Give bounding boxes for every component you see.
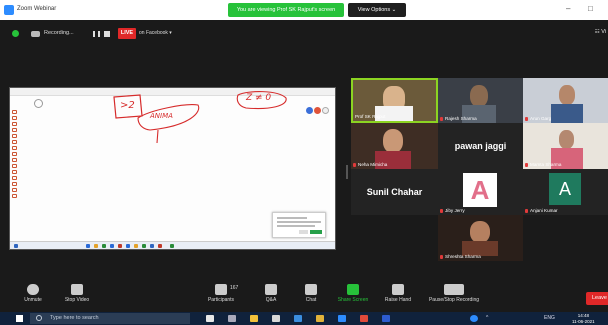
shared-notification bbox=[272, 212, 326, 238]
annotation-text-2: ANIMA bbox=[150, 112, 173, 120]
avatar: A bbox=[549, 173, 581, 205]
search-icon bbox=[36, 315, 42, 321]
meeting-toolbar: Unmute Stop Video 167 Participants Q&A C… bbox=[0, 276, 608, 312]
video-tile[interactable]: A Jiby Jerry bbox=[438, 169, 523, 215]
clock-date: 11-06-2021 bbox=[572, 318, 595, 324]
maximize-button[interactable]: □ bbox=[588, 4, 593, 13]
taskbar-clock[interactable]: 14:48 11-06-2021 bbox=[572, 313, 595, 324]
zoom-logo-icon bbox=[4, 5, 14, 15]
window-title: Zoom Webinar bbox=[17, 6, 57, 12]
video-tile[interactable]: Neha Mimicha bbox=[351, 123, 438, 169]
participant-name: Prof SK Rajput bbox=[355, 114, 386, 119]
zoom-taskbar-icon[interactable] bbox=[338, 315, 346, 322]
participants-icon bbox=[215, 284, 227, 295]
avatar: A bbox=[463, 173, 497, 207]
participant-name: Anjani Kumar bbox=[525, 208, 558, 213]
participant-name: Mamta Sharma bbox=[525, 162, 561, 167]
view-options-button[interactable]: View Options ⌄ bbox=[348, 3, 406, 17]
task-view-icon[interactable] bbox=[228, 315, 236, 322]
qa-button[interactable]: Q&A bbox=[259, 276, 283, 303]
chat-button[interactable]: Chat bbox=[299, 276, 323, 303]
video-tile[interactable]: Shreshta Sharma bbox=[438, 215, 523, 261]
participant-display-name: pawan jaggi bbox=[454, 141, 507, 151]
app-icon[interactable] bbox=[316, 315, 324, 322]
view-button[interactable]: ☷ Vi bbox=[595, 29, 606, 35]
viewing-banner: You are viewing Prof SK Rajput's screen bbox=[228, 3, 344, 17]
live-stream-dropdown[interactable]: on Facebook ▾ bbox=[139, 30, 172, 36]
windows-taskbar: Type here to search ^ ENG 14:48 11-06-20… bbox=[0, 312, 608, 325]
video-tile[interactable]: pawan jaggi bbox=[438, 123, 523, 169]
participants-button[interactable]: 167 Participants bbox=[203, 276, 239, 303]
video-tile[interactable]: A Anjani Kumar bbox=[523, 169, 608, 215]
shared-screen: >2 ANIMA Z ≠ 0 bbox=[9, 87, 336, 250]
participant-display-name: Sunil Chahar bbox=[366, 187, 423, 197]
microphone-muted-icon bbox=[27, 284, 39, 295]
annotation-text-1: >2 bbox=[120, 100, 135, 111]
participant-name: Rajesh Sharma bbox=[440, 116, 477, 121]
stop-recording-icon[interactable] bbox=[104, 31, 110, 37]
participant-name: Arun Garg bbox=[525, 116, 551, 121]
video-tile[interactable]: Rajesh Sharma bbox=[438, 78, 523, 123]
status-row: Recording... LIVE on Facebook ▾ ☷ Vi bbox=[0, 20, 608, 48]
video-tile[interactable]: Sunil Chahar bbox=[351, 169, 438, 215]
language-indicator[interactable]: ENG bbox=[544, 315, 555, 321]
qa-icon bbox=[265, 284, 277, 295]
video-tile[interactable]: Arun Garg bbox=[523, 78, 608, 123]
file-explorer-icon[interactable] bbox=[250, 315, 258, 322]
panel-divider-handle[interactable] bbox=[346, 165, 348, 179]
raise-hand-icon bbox=[392, 284, 404, 295]
cortana-icon[interactable] bbox=[206, 315, 214, 322]
pause-recording-icon[interactable] bbox=[93, 31, 100, 37]
shared-taskbar bbox=[10, 241, 335, 249]
windows-start-icon[interactable] bbox=[16, 315, 23, 322]
participant-name: Jiby Jerry bbox=[440, 208, 465, 213]
video-tile[interactable]: Mamta Sharma bbox=[523, 123, 608, 169]
participant-name: Neha Mimicha bbox=[353, 162, 387, 167]
video-tile[interactable]: Prof SK Rajput bbox=[351, 78, 438, 123]
participant-name: Shreshta Sharma bbox=[440, 254, 481, 259]
participants-count: 167 bbox=[230, 285, 239, 291]
recording-icon bbox=[31, 31, 40, 37]
raise-hand-button[interactable]: Raise Hand bbox=[379, 276, 417, 303]
zoom-window: Zoom Webinar You are viewing Prof SK Raj… bbox=[0, 0, 608, 325]
share-screen-icon bbox=[347, 284, 359, 295]
color-dots bbox=[306, 101, 330, 119]
leave-button[interactable]: Leave bbox=[586, 292, 608, 305]
chrome-icon[interactable] bbox=[360, 315, 368, 322]
live-badge: LIVE bbox=[118, 28, 136, 39]
chat-icon bbox=[305, 284, 317, 295]
app-icon[interactable] bbox=[382, 315, 390, 322]
store-icon[interactable] bbox=[272, 315, 280, 322]
recording-label: Recording... bbox=[44, 30, 74, 36]
share-screen-button[interactable]: Share Screen bbox=[333, 276, 373, 303]
title-bar: Zoom Webinar You are viewing Prof SK Raj… bbox=[0, 0, 608, 20]
unmute-button[interactable]: Unmute bbox=[22, 276, 44, 303]
search-placeholder: Type here to search bbox=[50, 315, 99, 321]
tray-chevron-icon[interactable]: ^ bbox=[486, 315, 488, 321]
annotation-text-3: Z ≠ 0 bbox=[246, 93, 272, 103]
pause-stop-recording-button[interactable]: Pause/Stop Recording bbox=[420, 276, 488, 303]
edge-icon[interactable] bbox=[294, 315, 302, 322]
taskbar-search-box[interactable]: Type here to search bbox=[30, 313, 190, 324]
video-camera-icon bbox=[71, 284, 83, 295]
tray-app-icon[interactable] bbox=[470, 315, 478, 322]
minimize-button[interactable]: – bbox=[566, 4, 570, 13]
pause-stop-icon bbox=[444, 284, 464, 295]
security-shield-icon[interactable] bbox=[12, 30, 19, 37]
stop-video-button[interactable]: Stop Video bbox=[62, 276, 92, 303]
